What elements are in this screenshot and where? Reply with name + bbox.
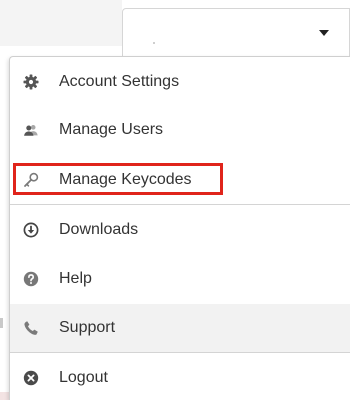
menu-item-label: Account Settings bbox=[59, 73, 180, 90]
background-mark bbox=[0, 318, 3, 328]
menu-item-logout[interactable]: Logout bbox=[10, 354, 350, 400]
background-panel bbox=[0, 0, 122, 46]
menu-divider bbox=[10, 204, 350, 205]
menu-item-label: Downloads bbox=[59, 221, 139, 238]
menu-item-label: Help bbox=[59, 270, 92, 287]
menu-item-downloads[interactable]: Downloads bbox=[10, 206, 350, 254]
menu-divider bbox=[10, 352, 350, 353]
menu-item-label: Support bbox=[59, 319, 116, 336]
toggle-text-placeholder bbox=[153, 42, 155, 44]
menu-item-support[interactable]: Support bbox=[10, 304, 350, 352]
download-icon bbox=[23, 222, 39, 238]
users-icon bbox=[23, 122, 39, 138]
key-icon bbox=[23, 172, 39, 188]
screen: Account Settings Manage Users Manage Key… bbox=[0, 0, 350, 400]
menu-item-label: Manage Users bbox=[59, 121, 164, 138]
logout-icon bbox=[23, 370, 39, 386]
phone-icon bbox=[23, 320, 39, 336]
menu-item-label: Manage Keycodes bbox=[59, 171, 192, 188]
caret-down-icon bbox=[319, 30, 329, 36]
account-dropdown-menu: Account Settings Manage Users Manage Key… bbox=[9, 56, 350, 400]
gear-icon bbox=[23, 74, 39, 90]
menu-item-help[interactable]: Help bbox=[10, 255, 350, 303]
menu-item-manage-users[interactable]: Manage Users bbox=[10, 106, 350, 154]
account-dropdown-toggle[interactable] bbox=[122, 8, 350, 60]
help-icon bbox=[23, 271, 39, 287]
menu-item-label: Logout bbox=[59, 369, 108, 386]
menu-item-account-settings[interactable]: Account Settings bbox=[10, 58, 350, 106]
menu-item-manage-keycodes[interactable]: Manage Keycodes bbox=[10, 156, 350, 204]
